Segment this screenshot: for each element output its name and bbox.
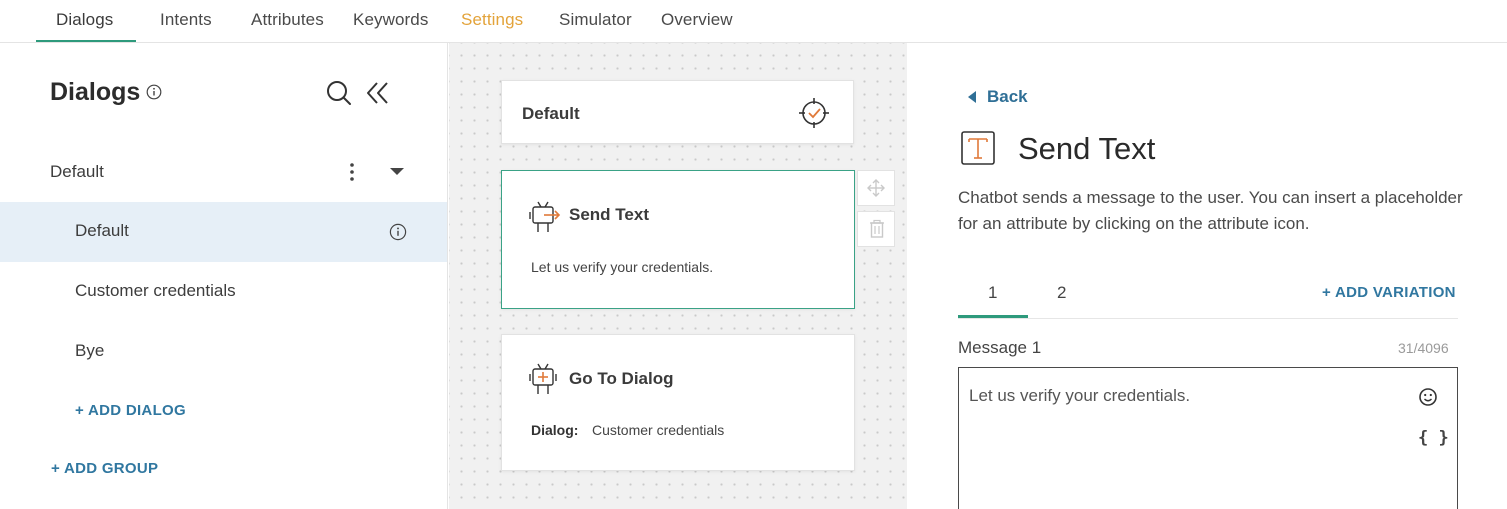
sidebar-item-customer-credentials[interactable]: Customer credentials [0,262,447,322]
info-icon[interactable] [146,84,162,100]
card-title: Go To Dialog [569,369,674,388]
dialog-field-label: Dialog: [531,422,579,438]
panel-description: Chatbot sends a message to the user. You… [958,188,1463,233]
kebab-menu-icon[interactable] [342,160,362,184]
add-dialog-button[interactable]: + ADD DIALOG [75,402,186,419]
properties-panel: Back Send Text Chatbot sends a message t… [908,43,1507,509]
dialogs-sidebar: Dialogs Default Default Customer credent… [0,43,448,509]
emoji-icon[interactable] [1418,387,1438,407]
tab-settings[interactable]: Settings [461,10,523,30]
tab-dialogs[interactable]: Dialogs [56,10,113,30]
add-variation-button[interactable]: + ADD VARIATION [1322,284,1456,301]
attribute-braces-icon[interactable]: { } [1418,428,1449,448]
variation-tab-2[interactable]: 2 [1057,283,1066,303]
target-icon [799,98,829,128]
go-to-dialog-card[interactable]: Go To Dialog Dialog: Customer credential… [501,334,855,471]
message-text: Let us verify your credentials. [969,386,1191,405]
search-icon[interactable] [325,79,353,107]
back-label: Back [987,87,1028,106]
top-nav: Dialogs Intents Attributes Keywords Sett… [0,0,1507,43]
character-count: 31/4096 [1398,340,1449,356]
text-type-icon [961,131,995,165]
robot-dialog-icon [529,363,557,394]
card-title: Default [522,104,580,123]
card-title: Send Text [569,205,649,224]
sidebar-item-bye[interactable]: Bye [0,322,447,382]
tab-simulator[interactable]: Simulator [559,10,632,30]
panel-title: Send Text [1018,131,1156,166]
info-icon[interactable] [389,223,407,241]
card-message-text: Let us verify your credentials. [531,259,714,275]
message-label: Message 1 [958,338,1042,357]
move-icon [867,179,885,197]
group-label: Default [50,162,104,181]
sidebar-item-label: Default [75,221,129,240]
variation-tab-1[interactable]: 1 [988,283,997,303]
trash-icon [870,219,884,238]
active-tab-indicator [36,40,136,42]
message-textarea[interactable]: Let us verify your credentials. { } [958,367,1458,509]
collapse-sidebar-icon[interactable] [364,79,392,107]
tabs-divider [958,318,1458,319]
dialog-group-default[interactable]: Default [0,143,447,201]
caret-left-icon [968,91,976,103]
tab-attributes[interactable]: Attributes [251,10,324,30]
add-group-button[interactable]: + ADD GROUP [51,460,158,477]
sidebar-item-label: Customer credentials [75,281,236,300]
sidebar-item-label: Bye [75,341,105,360]
tab-overview[interactable]: Overview [661,10,733,30]
dialog-canvas[interactable]: Default Send Text Let us verify your cre… [449,43,907,509]
chevron-down-icon[interactable] [388,165,406,179]
tab-keywords[interactable]: Keywords [353,10,428,30]
move-button[interactable] [857,170,895,206]
send-text-card[interactable]: Send Text Let us verify your credentials… [501,170,855,309]
dialog-field-value: Customer credentials [592,422,725,438]
sidebar-item-default[interactable]: Default [0,202,447,262]
delete-button[interactable] [857,211,895,247]
robot-send-icon [529,201,561,232]
sidebar-title: Dialogs [50,78,141,106]
default-start-card[interactable]: Default [501,80,854,144]
tab-intents[interactable]: Intents [160,10,212,30]
